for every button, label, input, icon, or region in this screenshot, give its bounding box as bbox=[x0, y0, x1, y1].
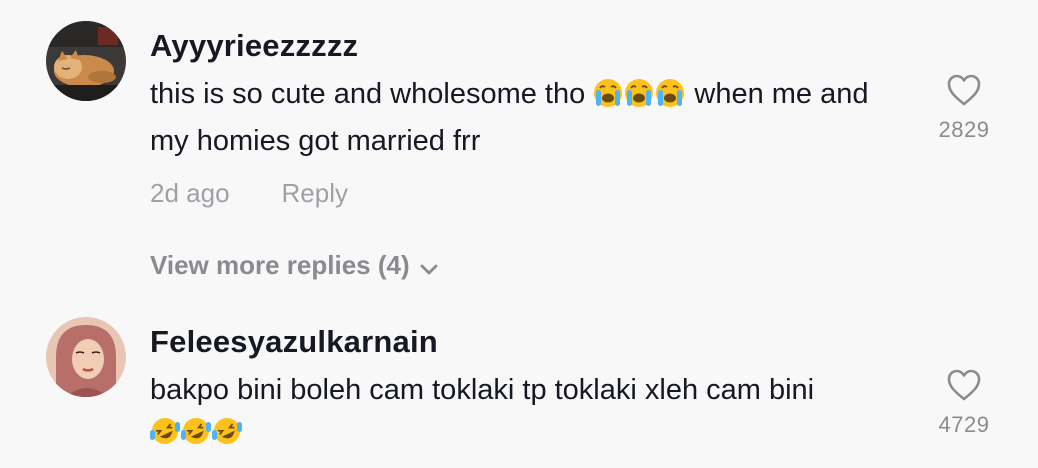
rolling-on-floor-laughing-icon bbox=[181, 416, 211, 458]
like-count: 2829 bbox=[938, 117, 990, 142]
comment-meta: 2d ago Reply bbox=[150, 178, 348, 209]
like-button[interactable]: 4729 bbox=[936, 368, 992, 438]
chevron-down-icon bbox=[420, 264, 438, 275]
comment-item: Ayyyrieezzzzz this is so cute and wholes… bbox=[0, 0, 1038, 300]
comment-username[interactable]: Feleesyazulkarnain bbox=[150, 324, 438, 360]
loudly-crying-face-icon bbox=[593, 78, 623, 120]
comment-item: Feleesyazulkarnain bakpo bini boleh cam … bbox=[0, 300, 1038, 468]
comment-text-start: bakpo bini boleh cam toklaki tp toklaki … bbox=[150, 374, 815, 406]
rolling-on-floor-laughing-icon bbox=[150, 416, 180, 458]
like-count: 4729 bbox=[938, 412, 990, 437]
like-button[interactable]: 2829 bbox=[936, 73, 992, 143]
comment-text-start: this is so cute and wholesome tho bbox=[150, 78, 586, 110]
comment-time: 2d ago bbox=[150, 178, 230, 208]
comment-username[interactable]: Ayyyrieezzzzz bbox=[150, 28, 358, 64]
loudly-crying-face-icon bbox=[655, 78, 685, 120]
user-avatar[interactable] bbox=[46, 317, 126, 397]
heart-icon[interactable] bbox=[946, 73, 982, 107]
cat-avatar-icon bbox=[46, 21, 126, 101]
reply-button[interactable]: Reply bbox=[282, 178, 348, 208]
rolling-on-floor-laughing-icon bbox=[212, 416, 242, 458]
heart-icon[interactable] bbox=[946, 368, 982, 402]
view-more-replies-button[interactable]: View more replies (4) bbox=[150, 250, 438, 281]
user-avatar[interactable] bbox=[46, 21, 126, 101]
woman-avatar-icon bbox=[46, 317, 126, 397]
comment-text: bakpo bini boleh cam toklaki tp toklaki … bbox=[150, 369, 910, 458]
comment-text: this is so cute and wholesome tho when m… bbox=[150, 73, 910, 162]
view-more-replies-label: View more replies (4) bbox=[150, 250, 410, 280]
loudly-crying-face-icon bbox=[624, 78, 654, 120]
